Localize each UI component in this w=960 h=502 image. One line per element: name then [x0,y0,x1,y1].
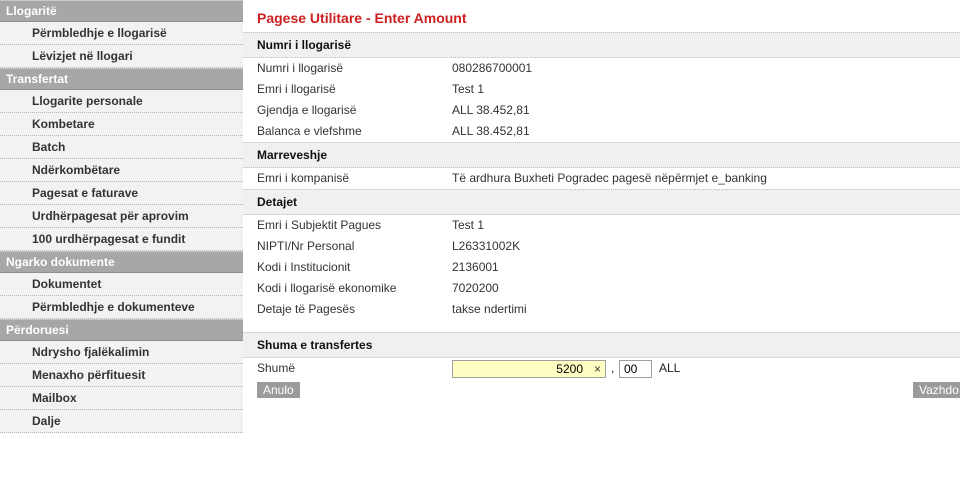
sidebar-menu: Llogaritë Përmbledhje e llogarisë Lëvizj… [0,0,243,433]
decimal-separator: , [611,361,615,375]
agreement-section-header: Marreveshje [243,142,960,168]
nipt-value: L26331002K [452,239,521,253]
company-name-label: Emri i kompanisë [257,171,350,185]
sidebar-item-batch[interactable]: Batch [0,136,243,159]
economic-account-code-label: Kodi i llogarisë ekonomike [257,281,397,295]
continue-button[interactable]: Vazhdo > [913,382,960,413]
account-section-header: Numri i llogarisë [243,32,960,58]
sidebar-item-international[interactable]: Ndërkombëtare [0,159,243,182]
sidebar-item-documents-summary[interactable]: Përmbledhje e dokumenteve [0,296,243,319]
amount-label: Shumë [257,361,296,375]
nipt-label: NIPTI/Nr Personal [257,239,355,253]
amount-field: × [452,360,606,378]
cents-input[interactable] [619,360,652,378]
sidebar-item-bill-payments[interactable]: Pagesat e faturave [0,182,243,205]
institution-code-label: Kodi i Institucionit [257,260,351,274]
account-number-value: 080286700001 [452,61,533,75]
account-name-value: Test 1 [452,82,485,96]
account-balance-label: Gjendja e llogarisë [257,103,357,117]
amount-input[interactable] [455,361,583,377]
detail-row: Kodi i llogarisë ekonomike 7020200 [243,278,960,299]
sidebar-section-accounts: Llogaritë [0,0,243,22]
page-title: Pagese Utilitare - Enter Amount [257,10,467,26]
detail-row: Kodi i Institucionit 2136001 [243,257,960,278]
detail-row: Gjendja e llogarisë ALL 38.452,81 [243,100,960,121]
account-balance-value: ALL 38.452,81 [452,103,530,117]
sidebar-section-user: Përdoruesi [0,319,243,341]
button-row: Anulo Vazhdo > [243,382,960,413]
sidebar-item-documents[interactable]: Dokumentet [0,273,243,296]
sidebar-item-personal-accounts[interactable]: Llogarite personale [0,90,243,113]
detail-row: Emri i kompanisë Të ardhura Buxheti Pogr… [243,168,960,189]
sidebar-item-orders-for-approval[interactable]: Urdhërpagesat për aprovim [0,205,243,228]
sidebar-item-manage-beneficiaries[interactable]: Menaxho përfituesit [0,364,243,387]
clear-icon[interactable]: × [594,361,601,377]
detail-row: Emri i llogarisë Test 1 [243,79,960,100]
cancel-button[interactable]: Anulo [257,382,300,398]
amount-row: Shumë × , ALL [243,358,960,380]
detail-row: Numri i llogarisë 080286700001 [243,58,960,79]
sidebar-item-domestic[interactable]: Kombetare [0,113,243,136]
sidebar-item-mailbox[interactable]: Mailbox [0,387,243,410]
available-balance-label: Balanca e vlefshme [257,124,362,138]
amount-section-header: Shuma e transfertes [243,332,960,358]
sidebar-item-account-summary[interactable]: Përmbledhje e llogarisë [0,22,243,45]
main-content: Pagese Utilitare - Enter Amount Numri i … [243,0,960,413]
sidebar-item-logout[interactable]: Dalje [0,410,243,433]
sidebar-section-transfers: Transfertat [0,68,243,90]
economic-account-code-value: 7020200 [452,281,499,295]
detail-row: Balanca e vlefshme ALL 38.452,81 [243,121,960,142]
available-balance-value: ALL 38.452,81 [452,124,530,138]
company-name-value: Të ardhura Buxheti Pogradec pagesë nëpër… [452,171,767,185]
sidebar-section-upload-documents: Ngarko dokumente [0,251,243,273]
payer-name-label: Emri i Subjektit Pagues [257,218,382,232]
detail-row: Emri i Subjektit Pagues Test 1 [243,215,960,236]
detail-row: Detaje të Pagesës takse ndertimi [243,299,960,320]
sidebar-item-account-movements[interactable]: Lëvizjet në llogari [0,45,243,68]
payment-details-value: takse ndertimi [452,302,527,316]
payment-details-label: Detaje të Pagesës [257,302,356,316]
sidebar-item-change-password[interactable]: Ndrysho fjalëkalimin [0,341,243,364]
details-section-header: Detajet [243,189,960,215]
institution-code-value: 2136001 [452,260,499,274]
detail-row: NIPTI/Nr Personal L26331002K [243,236,960,257]
payer-name-value: Test 1 [452,218,485,232]
account-number-label: Numri i llogarisë [257,61,344,75]
currency-label: ALL [659,361,681,375]
sidebar-item-last-100-orders[interactable]: 100 urdhërpagesat e fundit [0,228,243,251]
account-name-label: Emri i llogarisë [257,82,336,96]
